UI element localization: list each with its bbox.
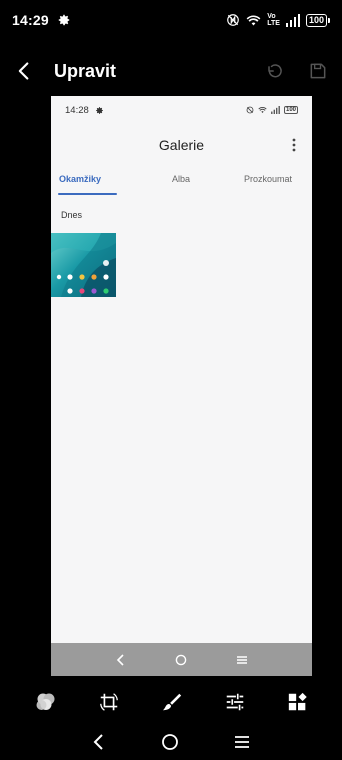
screenshot-preview[interactable]: 14:28 100 Galerie Okamžiky Alba Prozkoum… (51, 96, 312, 676)
preview-signal-icon (271, 106, 280, 114)
preview-recents-icon (236, 655, 247, 664)
preview-status-time: 14:28 (65, 104, 89, 116)
filters-icon[interactable] (35, 691, 57, 713)
preview-gear-icon (95, 106, 103, 114)
preview-nav-bar (51, 643, 312, 676)
crop-rotate-icon[interactable] (98, 691, 120, 713)
preview-battery-icon: 100 (283, 106, 298, 114)
more-tools-icon[interactable] (287, 691, 309, 713)
section-label: Dnes (61, 210, 83, 220)
tab-moments: Okamžiky (59, 174, 102, 184)
preview-app-header: Galerie (51, 124, 312, 166)
preview-home-icon (175, 654, 186, 665)
nav-home-icon[interactable] (161, 733, 179, 751)
photo-thumbnail (51, 233, 116, 297)
tab-indicator (58, 193, 117, 195)
preview-nfc-icon (246, 106, 254, 114)
nav-back-icon[interactable] (92, 733, 106, 751)
nav-recents-icon[interactable] (234, 735, 250, 749)
editor-header: Upravit (0, 48, 342, 94)
save-icon[interactable] (308, 61, 328, 81)
lte-indicator: Vo LTE (267, 13, 280, 27)
wifi-icon (246, 14, 261, 25)
status-icons: Vo LTE 100 (226, 13, 330, 27)
preview-title: Galerie (158, 137, 205, 153)
status-bar: 14:29 Vo LTE 100 (0, 0, 342, 40)
system-nav-bar (0, 724, 342, 760)
more-options-icon (292, 138, 296, 152)
tab-albums: Alba (172, 174, 191, 184)
preview-wifi-icon (258, 106, 267, 113)
preview-tabs: Okamžiky Alba Prozkoumat (51, 166, 312, 196)
editor-toolbar (0, 684, 342, 720)
undo-icon[interactable] (264, 61, 284, 81)
tab-explore: Prozkoumat (244, 174, 293, 184)
adjust-icon[interactable] (224, 691, 246, 713)
page-title: Upravit (54, 60, 117, 81)
back-arrow-icon[interactable] (14, 61, 34, 81)
signal-icon (285, 13, 300, 27)
preview-status-bar: 14:28 100 (51, 96, 312, 124)
battery-icon: 100 (305, 13, 330, 27)
status-time: 14:29 (12, 12, 49, 28)
nfc-icon (227, 14, 240, 26)
gear-icon (58, 14, 70, 26)
brush-icon[interactable] (161, 691, 183, 713)
preview-back-icon (116, 653, 124, 666)
